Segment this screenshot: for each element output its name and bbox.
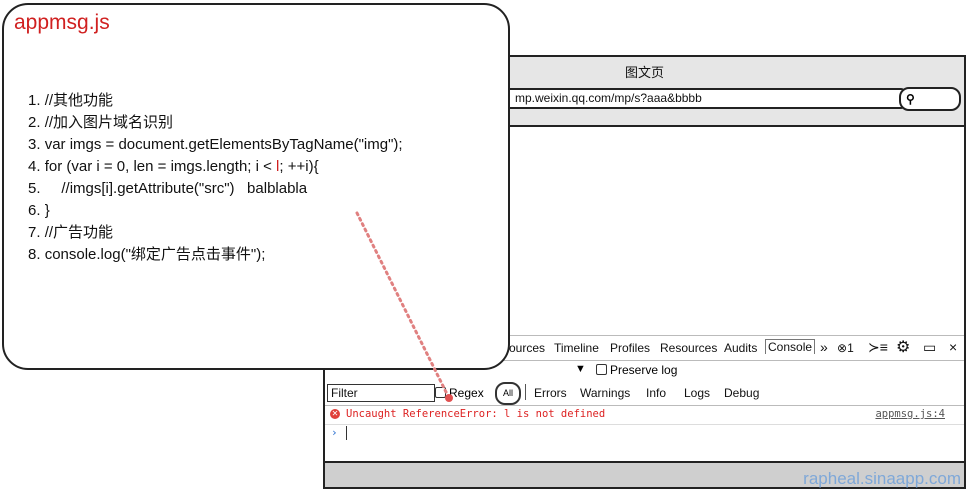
line-number: 6. [28,202,41,219]
line-number: 1. [28,92,41,109]
line-text: //加入图片域名识别 [44,114,174,131]
code-line: 3. var imgs = document.getElementsByTagN… [28,134,403,156]
more-tabs-icon[interactable]: » [820,339,828,355]
all-levels-button[interactable]: All [495,382,521,405]
code-line: 8. console.log("绑定广告点击事件"); [28,244,403,266]
line-number: 5. [28,180,41,197]
filter-divider [525,384,526,400]
line-number: 3. [28,136,41,153]
code-listing: 1. //其他功能 2. //加入图片域名识别 3. var imgs = do… [28,90,403,266]
code-line: 2. //加入图片域名识别 [28,112,403,134]
text-cursor [346,426,347,440]
code-line: 1. //其他功能 [28,90,403,112]
line-number: 4. [28,158,41,175]
filter-errors[interactable]: Errors [534,386,567,400]
callout-filename: appmsg.js [14,11,110,34]
console-drawer-icon[interactable]: ≻≡ [868,339,888,356]
error-count: 1 [847,341,854,355]
watermark: rapheal.sinaapp.com [803,469,961,488]
console-error-row: ✕ Uncaught ReferenceError: l is not defi… [325,406,964,425]
line-number: 7. [28,224,41,241]
code-line: 7. //广告功能 [28,222,403,244]
tab-timeline[interactable]: Timeline [554,341,599,355]
filter-info[interactable]: Info [646,386,666,400]
filter-input[interactable]: Filter [327,384,435,402]
error-icon: ✕ [330,409,340,419]
error-source-link[interactable]: appmsg.js:4 [875,408,945,420]
preserve-log-label: Preserve log [610,363,678,377]
error-message: Uncaught ReferenceError: l is not define… [346,408,606,420]
filter-bar: Filter Regex All Errors Warnings Info Lo… [325,381,964,406]
tab-profiles[interactable]: Profiles [610,341,650,355]
tab-audits[interactable]: Audits [724,341,757,355]
tab-console[interactable]: Console [765,339,816,354]
line-text: //其他功能 [44,92,114,109]
url-field[interactable]: mp.weixin.qq.com/mp/s?aaa&bbbb [495,88,905,109]
line-number: 2. [28,114,41,131]
gear-icon[interactable]: ⚙ [896,337,910,357]
filter-warnings[interactable]: Warnings [580,386,630,400]
error-count-badge[interactable]: ⊗1 [837,341,854,355]
line-number: 8. [28,246,41,263]
code-line: 4. for (var i = 0, len = imgs.length; i … [28,156,403,178]
line-text: console.log("绑定广告点击事件"); [44,246,266,263]
line-text: var imgs = document.getElementsByTagName… [44,136,403,153]
magnifier-icon: ⚲ [906,92,915,106]
tab-resources[interactable]: Resources [660,341,717,355]
frame-dropdown-arrow-icon[interactable]: ▼ [575,363,586,375]
preserve-log-checkbox[interactable] [596,364,607,375]
code-line: 5. //imgs[i].getAttribute("src") balblab… [28,178,403,200]
tab-sources[interactable]: ources [509,341,545,355]
dock-icon[interactable]: ▭ [923,339,936,356]
close-icon[interactable]: × [949,339,957,355]
line-text: for (var i = 0, len = imgs.length; i < [44,158,277,175]
console-prompt[interactable]: › [325,425,964,443]
prompt-caret-icon: › [331,426,338,439]
regex-checkbox[interactable] [435,387,446,398]
line-text: } [44,202,50,219]
regex-label: Regex [449,386,484,400]
filter-logs[interactable]: Logs [684,386,710,400]
error-circle-icon: ⊗ [837,341,848,355]
filter-debug[interactable]: Debug [724,386,759,400]
line-text: //广告功能 [44,224,114,241]
line-text: //imgs[i].getAttribute("src") balblabla [44,180,308,197]
line-text: ; ++i){ [279,158,319,175]
search-box[interactable]: ⚲ [899,87,961,111]
code-line: 6. } [28,200,403,222]
